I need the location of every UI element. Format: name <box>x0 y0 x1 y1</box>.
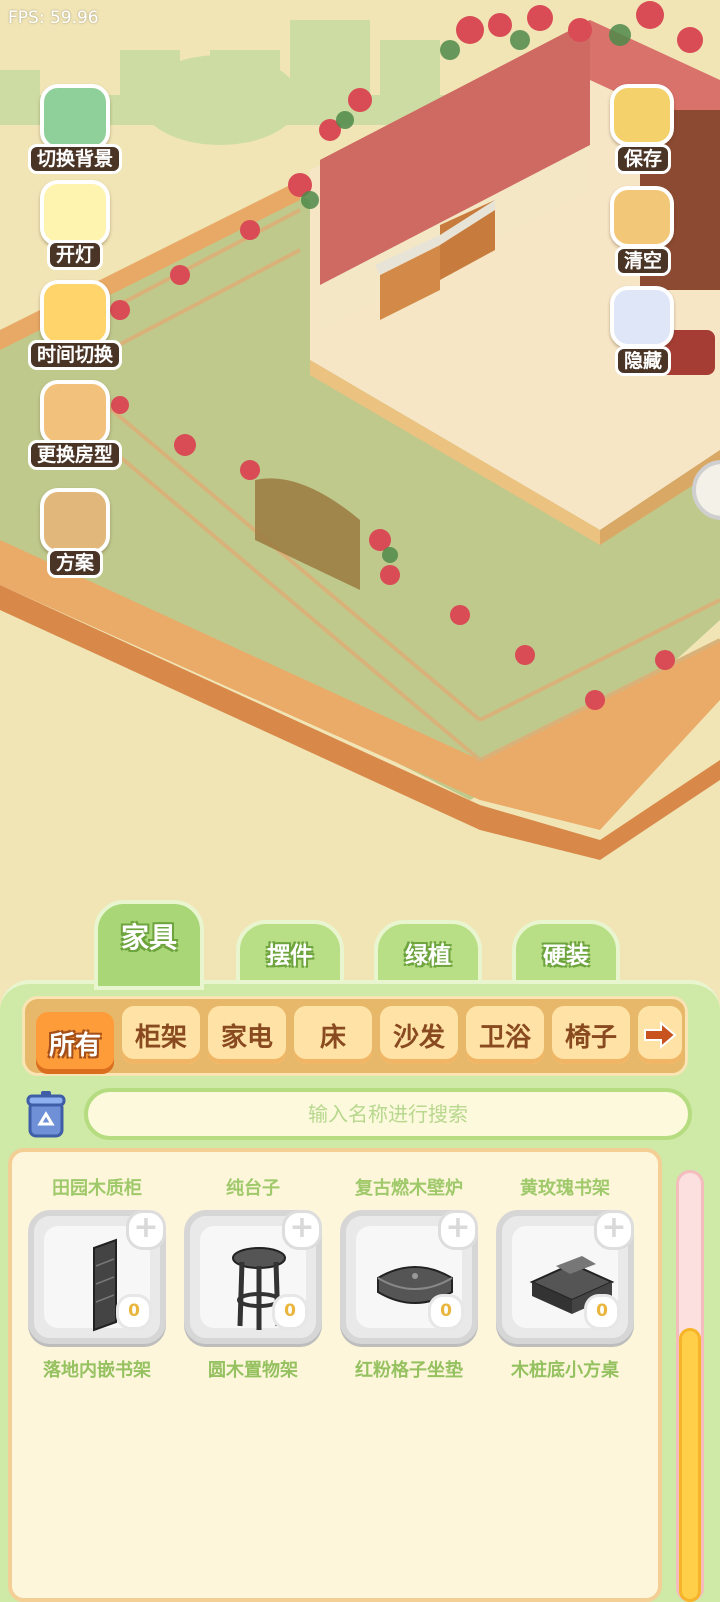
category-chairs[interactable]: 椅子 <box>552 1006 630 1064</box>
category-beds-label: 床 <box>319 1022 346 1053</box>
light-toggle-button[interactable]: 开灯 <box>30 180 120 270</box>
category-appliances[interactable]: 家电 <box>208 1006 286 1064</box>
tab-ornaments[interactable]: 摆件 <box>236 920 344 986</box>
tab-hardware[interactable]: 硬装 <box>512 920 620 986</box>
switch-background-label: 切换背景 <box>28 144 123 174</box>
category-cabinets-label: 柜架 <box>134 1022 187 1053</box>
search-input[interactable] <box>84 1088 692 1140</box>
item-card-bookshelf[interactable]: + 0 <box>28 1210 166 1344</box>
change-house-button[interactable]: 更换房型 <box>28 380 123 470</box>
category-cabinets[interactable]: 柜架 <box>122 1006 200 1064</box>
item-top-name: 纯台子 <box>226 1178 280 1199</box>
item-top-name: 黄玫瑰书架 <box>520 1178 610 1199</box>
item-count: 0 <box>116 1294 152 1330</box>
category-sofas-label: 沙发 <box>392 1022 445 1053</box>
sun-moon-icon <box>40 280 110 346</box>
category-chairs-label: 椅子 <box>564 1022 617 1053</box>
tab-plants-label: 绿植 <box>405 943 451 969</box>
item-name: 落地内嵌书架 <box>43 1360 151 1381</box>
hide-label: 隐藏 <box>614 346 671 376</box>
switch-background-button[interactable]: 切换背景 <box>28 84 123 174</box>
item-top-name: 田园木质柜 <box>52 1178 142 1199</box>
duck-clear-icon <box>610 186 674 248</box>
lamp-icon <box>40 180 110 246</box>
clear-label: 清空 <box>614 246 671 276</box>
wallpaper-icon <box>40 84 110 150</box>
scrollbar-thumb[interactable] <box>679 1328 701 1602</box>
add-icon[interactable]: + <box>594 1210 634 1250</box>
item-card-square-table[interactable]: + 0 <box>496 1210 634 1344</box>
item-name: 木桩底小方桌 <box>511 1360 619 1381</box>
house-icon <box>40 380 110 446</box>
recycle-bin-button[interactable] <box>26 1090 66 1140</box>
hide-icon <box>610 286 674 348</box>
add-icon[interactable]: + <box>438 1210 478 1250</box>
item-card-round-shelf[interactable]: + 0 <box>184 1210 322 1344</box>
add-icon[interactable]: + <box>126 1210 166 1250</box>
item-name: 红粉格子坐垫 <box>355 1360 463 1381</box>
item-card-cushion[interactable]: + 0 <box>340 1210 478 1344</box>
time-switch-button[interactable]: 时间切换 <box>28 280 123 370</box>
clear-button[interactable]: 清空 <box>598 186 688 276</box>
plan-label: 方案 <box>46 548 103 578</box>
add-icon[interactable]: + <box>282 1210 322 1250</box>
game-scene[interactable]: FPS: 59.96 切换背景 开灯 时间切换 更换房型 方案 保存 清空 隐藏 <box>0 0 720 980</box>
item-top-name: 复古燃木壁炉 <box>355 1178 463 1199</box>
change-house-label: 更换房型 <box>28 440 123 470</box>
time-switch-label: 时间切换 <box>28 340 123 370</box>
category-bathroom[interactable]: 卫浴 <box>466 1006 544 1064</box>
folders-icon <box>40 488 110 554</box>
plan-button[interactable]: 方案 <box>30 488 120 578</box>
item-count: 0 <box>272 1294 308 1330</box>
duck-save-icon <box>610 84 674 146</box>
category-sofas[interactable]: 沙发 <box>380 1006 458 1064</box>
tab-furniture[interactable]: 家具 <box>94 900 204 990</box>
light-toggle-label: 开灯 <box>46 240 103 270</box>
category-all[interactable]: 所有 <box>36 1012 114 1074</box>
item-count: 0 <box>584 1294 620 1330</box>
arrow-right-icon <box>644 1020 677 1050</box>
item-name: 圆木置物架 <box>208 1360 298 1381</box>
tab-furniture-label: 家具 <box>120 921 177 954</box>
tab-plants[interactable]: 绿植 <box>374 920 482 986</box>
item-count: 0 <box>428 1294 464 1330</box>
recycle-bin-icon <box>26 1091 66 1138</box>
save-button[interactable]: 保存 <box>598 84 688 174</box>
tab-hardware-label: 硬装 <box>543 943 589 969</box>
category-beds[interactable]: 床 <box>294 1006 372 1064</box>
fps-counter: FPS: 59.96 <box>8 8 99 28</box>
category-all-label: 所有 <box>48 1030 101 1061</box>
category-next-button[interactable] <box>638 1006 682 1064</box>
save-label: 保存 <box>614 144 671 174</box>
hide-button[interactable]: 隐藏 <box>598 286 688 376</box>
category-appliances-label: 家电 <box>220 1022 273 1053</box>
category-bathroom-label: 卫浴 <box>478 1022 531 1053</box>
tab-ornaments-label: 摆件 <box>267 943 313 969</box>
